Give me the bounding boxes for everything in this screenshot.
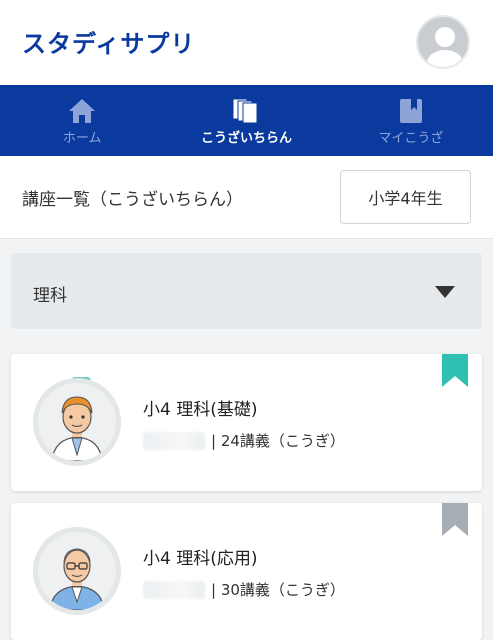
course-title: 小4 理科(応用) xyxy=(143,549,258,569)
subject-dropdown[interactable]: 理科 xyxy=(11,253,482,329)
page-title: 講座一覧（こうざいちらん） xyxy=(22,190,243,210)
app-logo[interactable]: スタディサプリ xyxy=(22,24,195,59)
tab-home[interactable]: ホーム xyxy=(0,85,164,156)
teacher-avatar xyxy=(33,378,121,466)
course-card[interactable]: 小4 理科(基礎) | 24講義（こうぎ） xyxy=(11,354,482,491)
course-meta: | 24講義（こうぎ） xyxy=(143,430,345,451)
course-title: 小4 理科(基礎) xyxy=(143,400,258,420)
course-list-icon xyxy=(232,98,258,124)
lecture-count: | 30講義（こうぎ） xyxy=(211,581,345,599)
top-bar: スタディサプリ xyxy=(0,0,493,85)
course-card[interactable]: 小4 理科(応用) | 30講義（こうぎ） xyxy=(11,503,482,640)
dropdown-arrow-icon xyxy=(435,286,455,298)
bookmark-book-icon xyxy=(399,99,422,123)
tab-my-courses-label: マイこうざ xyxy=(378,131,444,146)
course-meta: | 30講義（こうぎ） xyxy=(143,579,345,600)
home-icon xyxy=(69,99,96,123)
subject-value: 理科 xyxy=(33,286,67,306)
teacher-avatar xyxy=(33,527,121,615)
tab-my-courses[interactable]: マイこうざ xyxy=(329,85,493,156)
tab-home-label: ホーム xyxy=(62,131,102,146)
user-avatar-icon[interactable] xyxy=(416,15,470,69)
main-nav: ホーム こうざいちらん マイこうざ xyxy=(0,85,493,156)
tab-course-list-label: こうざいちらん xyxy=(200,131,292,146)
lecture-count: | 24講義（こうぎ） xyxy=(211,432,345,450)
tab-course-list[interactable]: こうざいちらん xyxy=(164,85,328,156)
bookmark-icon[interactable] xyxy=(442,503,468,536)
bookmark-icon[interactable] xyxy=(442,354,468,387)
grade-select-button[interactable]: 小学4年生 xyxy=(340,170,471,224)
redacted-teacher-name xyxy=(143,431,205,450)
redacted-teacher-name xyxy=(143,580,205,599)
